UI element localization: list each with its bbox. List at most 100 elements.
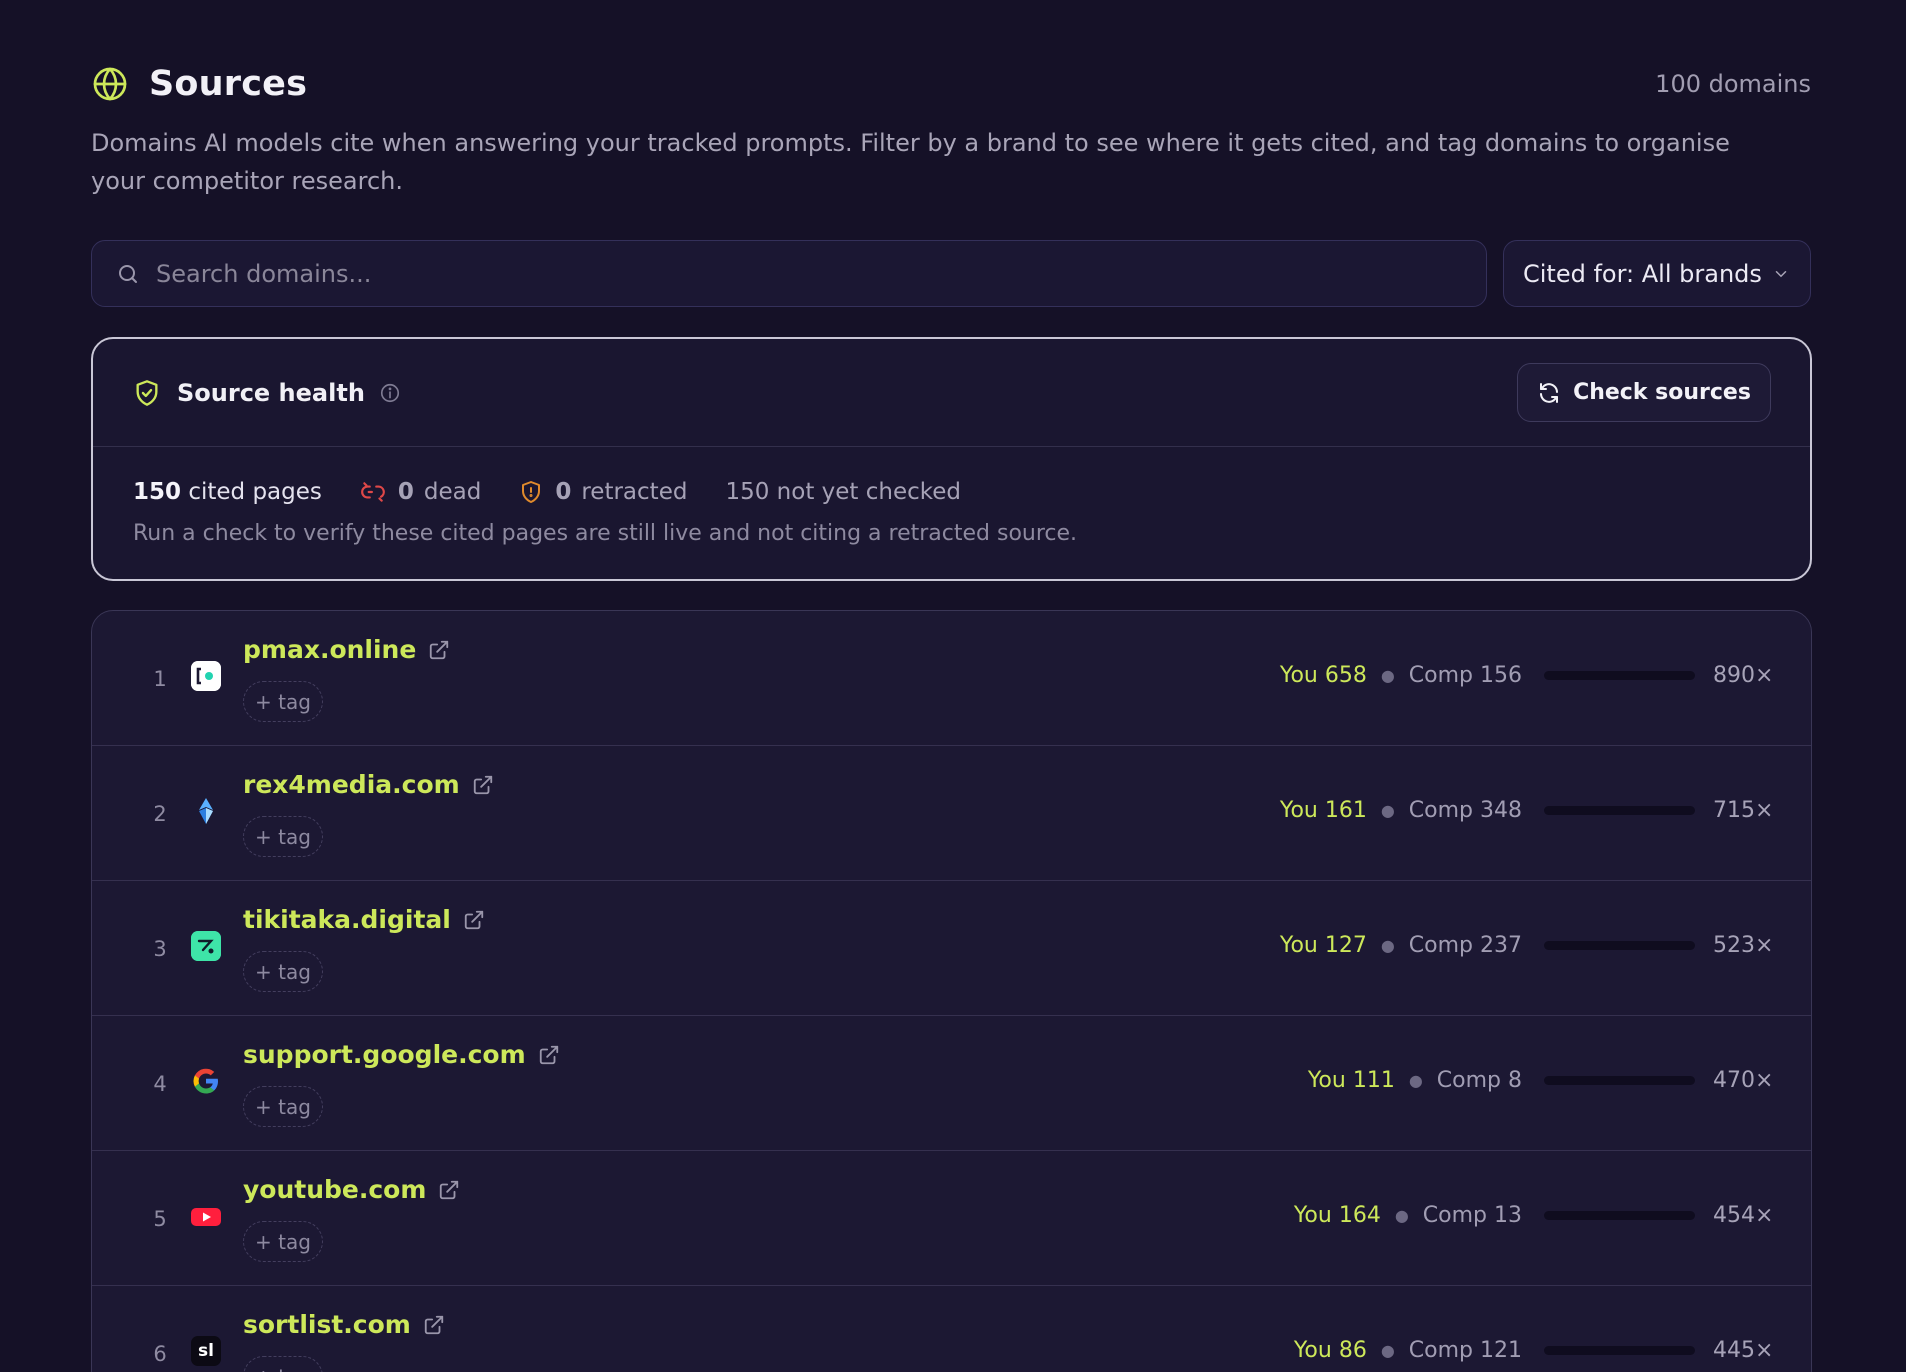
external-link-icon[interactable] [463, 909, 485, 931]
dead-count: 0 [397, 479, 414, 505]
dead-stat: 0 dead [360, 479, 481, 505]
rex4media-favicon [191, 796, 221, 826]
domain-link[interactable]: sortlist.com [243, 1310, 445, 1339]
info-icon[interactable] [379, 382, 401, 404]
retracted-stat: 0 retracted [519, 479, 687, 505]
page-header: Sources 100 domains [91, 62, 1811, 106]
citation-metrics: You 164 ● Comp 13 454× [1293, 1203, 1774, 1228]
table-row[interactable]: 4 support.google.com + tag You 111 ● Com… [92, 1016, 1811, 1151]
refresh-icon [1537, 381, 1561, 405]
citation-metrics: You 161 ● Comp 348 715× [1280, 798, 1774, 823]
comp-count: Comp 8 [1436, 1068, 1522, 1093]
table-row[interactable]: 1 pmax.online + tag You 658 ● Comp 156 8… [92, 611, 1811, 746]
table-row[interactable]: 2 rex4media.com + tag You 161 ● Comp 348… [92, 746, 1811, 881]
comp-count: Comp 348 [1408, 798, 1522, 823]
search-icon [116, 262, 140, 286]
you-count: You 164 [1293, 1203, 1381, 1228]
chevron-down-icon [1772, 265, 1790, 283]
pmax-favicon [191, 661, 221, 691]
not-checked-stat: 150 not yet checked [725, 479, 962, 505]
source-health-title: Source health [177, 378, 365, 407]
youtube-favicon [191, 1201, 221, 1231]
retracted-label: retracted [581, 479, 688, 505]
page-subtitle: Domains AI models cite when answering yo… [91, 129, 1730, 195]
domain-name: rex4media.com [243, 770, 460, 799]
citation-bar [1544, 941, 1695, 950]
globe-icon [91, 65, 129, 103]
cited-pages-label: cited pages [188, 479, 322, 505]
external-link-icon[interactable] [472, 774, 494, 796]
comp-count: Comp 156 [1408, 663, 1522, 688]
check-sources-label: Check sources [1573, 380, 1751, 405]
domain-name: tikitaka.digital [243, 905, 451, 934]
google-favicon [191, 1066, 221, 1096]
domain-name: support.google.com [243, 1040, 526, 1069]
separator-dot: ● [1380, 801, 1395, 820]
table-row[interactable]: 3 tikitaka.digital + tag You 127 ● Comp … [92, 881, 1811, 1016]
domain-link[interactable]: rex4media.com [243, 770, 494, 799]
separator-dot: ● [1408, 1071, 1423, 1090]
check-sources-button[interactable]: Check sources [1517, 363, 1771, 422]
separator-dot: ● [1380, 936, 1395, 955]
domain-count: 100 domains [1655, 70, 1811, 98]
you-count: You 658 [1279, 663, 1367, 688]
domain-link[interactable]: pmax.online [243, 635, 450, 664]
citation-bar [1544, 1076, 1695, 1085]
row-index: 4 [153, 1072, 167, 1096]
add-tag-button[interactable]: + tag [243, 1356, 323, 1372]
separator-dot: ● [1380, 666, 1395, 685]
domain-name: youtube.com [243, 1175, 427, 1204]
total-count: 715× [1713, 798, 1774, 823]
retracted-count: 0 [555, 479, 572, 505]
citation-bar [1544, 671, 1695, 680]
add-tag-button[interactable]: + tag [243, 1221, 323, 1262]
brand-filter-select[interactable]: Cited for: All brands [1503, 240, 1811, 307]
source-health-note: Run a check to verify these cited pages … [133, 521, 1078, 546]
cited-pages-stat: 150 cited pages [133, 479, 322, 505]
shield-alert-icon [519, 480, 543, 504]
add-tag-button[interactable]: + tag [243, 816, 323, 857]
total-count: 523× [1713, 933, 1774, 958]
sources-page: Sources 100 domains Domains AI models ci… [0, 0, 1906, 1372]
external-link-icon[interactable] [538, 1044, 560, 1066]
domain-link[interactable]: support.google.com [243, 1040, 560, 1069]
external-link-icon[interactable] [428, 639, 450, 661]
external-link-icon[interactable] [423, 1314, 445, 1336]
row-index: 5 [153, 1207, 167, 1231]
source-health-card: Source health Check sources 150 cited pa… [91, 337, 1812, 581]
tikitaka-favicon [191, 931, 221, 961]
add-tag-button[interactable]: + tag [243, 681, 323, 722]
dead-label: dead [423, 479, 482, 505]
total-count: 454× [1713, 1203, 1774, 1228]
row-index: 2 [153, 802, 167, 826]
search-box[interactable] [91, 240, 1487, 307]
domain-list: 1 pmax.online + tag You 658 ● Comp 156 8… [91, 610, 1812, 1372]
shield-check-icon [133, 379, 161, 407]
citation-bar [1544, 1346, 1695, 1355]
row-index: 3 [153, 937, 167, 961]
sortlist-favicon-text: sl [198, 1341, 214, 1361]
sortlist-favicon: sl [191, 1336, 221, 1366]
domain-name: pmax.online [243, 635, 417, 664]
domain-name: sortlist.com [243, 1310, 411, 1339]
domain-link[interactable]: youtube.com [243, 1175, 460, 1204]
table-row[interactable]: 6 sl sortlist.com + tag You 86 ● Comp 12… [92, 1286, 1811, 1372]
citation-metrics: You 658 ● Comp 156 890× [1279, 663, 1774, 688]
cited-pages-count: 150 [133, 479, 182, 505]
citation-metrics: You 86 ● Comp 121 445× [1293, 1338, 1774, 1363]
domain-link[interactable]: tikitaka.digital [243, 905, 485, 934]
you-count: You 111 [1307, 1068, 1395, 1093]
comp-count: Comp 237 [1408, 933, 1522, 958]
add-tag-button[interactable]: + tag [243, 951, 323, 992]
you-count: You 127 [1279, 933, 1367, 958]
comp-count: Comp 121 [1408, 1338, 1522, 1363]
add-tag-button[interactable]: + tag [243, 1086, 323, 1127]
search-input[interactable] [156, 259, 1356, 288]
citation-bar [1544, 1211, 1695, 1220]
table-row[interactable]: 5 youtube.com + tag You 164 ● Comp 13 45… [92, 1151, 1811, 1286]
you-count: You 86 [1293, 1338, 1367, 1363]
external-link-icon[interactable] [438, 1179, 460, 1201]
row-index: 1 [153, 667, 167, 691]
citation-bar [1544, 806, 1695, 815]
source-health-stats: 150 cited pages 0 dead 0 retracted 150 n… [93, 447, 1810, 513]
